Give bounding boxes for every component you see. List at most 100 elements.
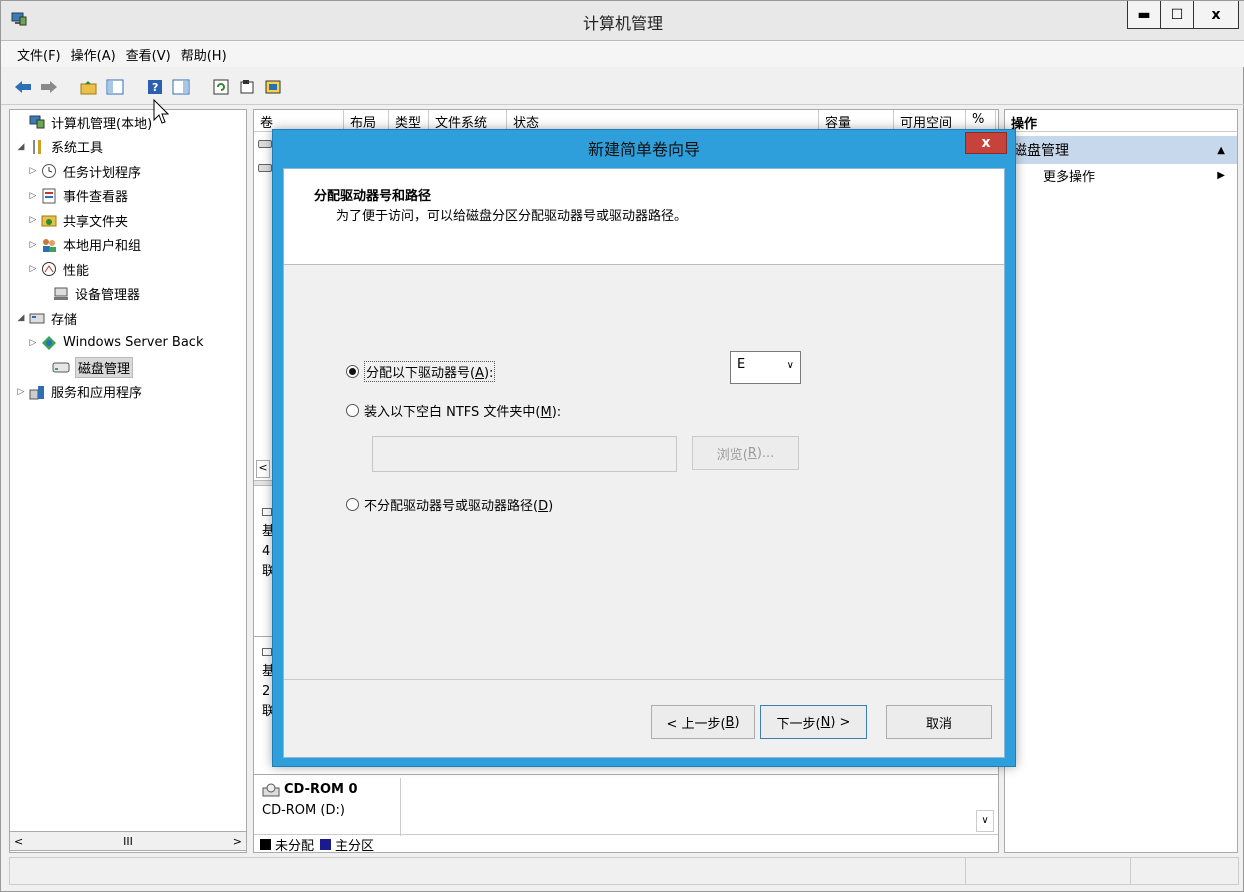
column-free-space[interactable]: 可用空间	[894, 110, 966, 131]
tree-item-label[interactable]: 系统工具	[51, 137, 103, 156]
drive-letter-select[interactable]: E ∨	[730, 351, 801, 384]
tree-item[interactable]: ▷ 共享文件夹	[10, 208, 246, 233]
close-button[interactable]: x	[1193, 1, 1239, 29]
next-button[interactable]: 下一步(N) >	[760, 705, 867, 739]
column-status[interactable]: 状态	[507, 110, 819, 131]
tree-item[interactable]: 计算机管理(本地)	[10, 110, 246, 135]
tree-item-label[interactable]: 性能	[63, 260, 89, 279]
up-folder-icon[interactable]	[79, 77, 99, 97]
wizard-title: 新建简单卷向导	[587, 140, 700, 159]
show-hide-tree-icon[interactable]	[105, 77, 125, 97]
volume-list-scroll-left[interactable]: <	[256, 460, 270, 478]
tree-item[interactable]: ◢ 存储	[10, 306, 246, 331]
assign-drive-letter-radio[interactable]	[346, 365, 359, 378]
wizard-header: 分配驱动器号和路径 为了便于访问，可以给磁盘分区分配驱动器号或驱动器路径。	[284, 169, 1004, 265]
back-icon[interactable]	[13, 77, 33, 97]
volume-row-icon[interactable]	[258, 164, 272, 172]
more-actions-item[interactable]: 更多操作 ▶	[1005, 164, 1237, 186]
mount-folder-radio[interactable]	[346, 404, 359, 417]
expand-arrow-icon[interactable]: ◢	[14, 313, 28, 323]
title-bar: 计算机管理 ▬ ☐ x	[1, 1, 1244, 41]
expand-arrow-icon[interactable]: ▷	[14, 387, 28, 397]
refresh-icon[interactable]	[211, 77, 231, 97]
column-volume[interactable]: 卷	[254, 110, 344, 131]
cdrom-subtitle: CD-ROM (D:)	[262, 803, 345, 818]
volume-row-icon[interactable]	[258, 140, 272, 148]
tree-item-label[interactable]: 服务和应用程序	[51, 382, 142, 401]
tree-item-label[interactable]: 共享文件夹	[63, 211, 128, 230]
properties-icon[interactable]	[237, 77, 257, 97]
folder-path-input[interactable]	[372, 436, 677, 472]
wizard-step-title: 分配驱动器号和路径	[314, 189, 432, 204]
menu-view[interactable]: 查看(V)	[126, 45, 171, 64]
assign-drive-letter-option[interactable]: 分配以下驱动器号(A):	[346, 361, 496, 382]
actions-section-disk-management[interactable]: 磁盘管理 ▲	[1005, 136, 1237, 164]
tree-item-label[interactable]: 存储	[51, 309, 77, 328]
tree-item-label[interactable]: Windows Server Back	[63, 335, 204, 350]
mount-folder-label[interactable]: 装入以下空白 NTFS 文件夹中(M):	[364, 401, 561, 420]
drive-letter-value: E	[737, 357, 746, 372]
menu-action[interactable]: 操作(A)	[71, 45, 116, 64]
expand-arrow-icon[interactable]: ▷	[26, 166, 40, 176]
no-drive-letter-option[interactable]: 不分配驱动器号或驱动器路径(D)	[346, 495, 553, 514]
center-vertical-scrollbar[interactable]: ∨	[976, 810, 994, 832]
wizard-close-button[interactable]: x	[965, 132, 1007, 154]
column-capacity[interactable]: 容量	[819, 110, 894, 131]
menu-help[interactable]: 帮助(H)	[181, 45, 227, 64]
column-type[interactable]: 类型	[389, 110, 429, 131]
tree-item[interactable]: 磁盘管理	[10, 355, 246, 380]
performance-icon	[40, 261, 58, 277]
help-icon[interactable]: ?	[145, 77, 165, 97]
tree-item[interactable]: ▷ 服务和应用程序	[10, 380, 246, 405]
forward-icon[interactable]	[39, 77, 59, 97]
tree-item[interactable]: ▷ 性能	[10, 257, 246, 282]
tree-item[interactable]: ▷ 事件查看器	[10, 184, 246, 209]
column-percent[interactable]: %	[966, 110, 996, 131]
tree-item[interactable]: ▷ 本地用户和组	[10, 233, 246, 258]
mount-folder-option[interactable]: 装入以下空白 NTFS 文件夹中(M):	[346, 401, 561, 420]
expand-arrow-icon[interactable]: ◢	[14, 142, 28, 152]
minimize-button[interactable]: ▬	[1127, 1, 1161, 29]
tree-item-label[interactable]: 事件查看器	[63, 186, 128, 205]
assign-drive-letter-label[interactable]: 分配以下驱动器号(A):	[364, 361, 496, 382]
disk-separator	[254, 774, 998, 775]
window-title: 计算机管理	[582, 14, 663, 33]
show-hide-action-pane-icon[interactable]	[171, 77, 191, 97]
chevron-down-icon[interactable]: ∨	[787, 360, 794, 371]
disk-settings-icon[interactable]	[263, 77, 283, 97]
column-filesystem[interactable]: 文件系统	[429, 110, 507, 131]
expand-arrow-icon[interactable]: ▷	[26, 264, 40, 274]
column-layout[interactable]: 布局	[344, 110, 389, 131]
menu-file[interactable]: 文件(F)	[17, 45, 61, 64]
legend-unallocated-swatch	[260, 839, 271, 850]
tree-item-label[interactable]: 计算机管理(本地)	[51, 113, 152, 132]
expand-arrow-icon[interactable]: ▷	[26, 240, 40, 250]
expand-arrow-icon[interactable]: ▷	[26, 215, 40, 225]
scroll-right-icon[interactable]: >	[233, 835, 242, 848]
collapse-icon[interactable]: ▲	[1217, 145, 1225, 156]
browse-button[interactable]: 浏览(R)...	[692, 436, 799, 470]
tree-item-label[interactable]: 本地用户和组	[63, 235, 141, 254]
tree-item-label[interactable]: 磁盘管理	[75, 356, 134, 378]
no-drive-letter-radio[interactable]	[346, 498, 359, 511]
services-icon	[28, 384, 46, 400]
back-button[interactable]: < 上一步(B)	[651, 705, 755, 739]
tree-item-label[interactable]: 设备管理器	[75, 284, 140, 303]
scroll-thumb[interactable]: III	[123, 835, 133, 848]
tree-item-label[interactable]: 任务计划程序	[63, 162, 141, 181]
maximize-button[interactable]: ☐	[1160, 1, 1194, 29]
expand-arrow-icon[interactable]: ▷	[26, 338, 40, 348]
tree-horizontal-scrollbar[interactable]: < III >	[9, 831, 247, 851]
tree-item[interactable]: ◢ 系统工具	[10, 135, 246, 160]
submenu-arrow-icon: ▶	[1217, 169, 1225, 181]
tree-item[interactable]: ▷ 任务计划程序	[10, 159, 246, 184]
navigation-tree: 计算机管理(本地) ◢ 系统工具 ▷ 任务计划程序 ▷ 事件查看器 ▷ 共享文件夹 ▷ 本地用户和组…	[9, 109, 247, 853]
disk-icon	[52, 359, 70, 375]
tree-item[interactable]: 设备管理器	[10, 282, 246, 307]
no-drive-letter-label[interactable]: 不分配驱动器号或驱动器路径(D)	[364, 495, 553, 514]
tree-item[interactable]: ▷ Windows Server Back	[10, 331, 246, 356]
cdrom-disk-row[interactable]: CD-ROM 0 CD-ROM (D:)	[256, 778, 401, 836]
expand-arrow-icon[interactable]: ▷	[26, 191, 40, 201]
scroll-left-icon[interactable]: <	[14, 835, 23, 848]
cancel-button[interactable]: 取消	[886, 705, 992, 739]
